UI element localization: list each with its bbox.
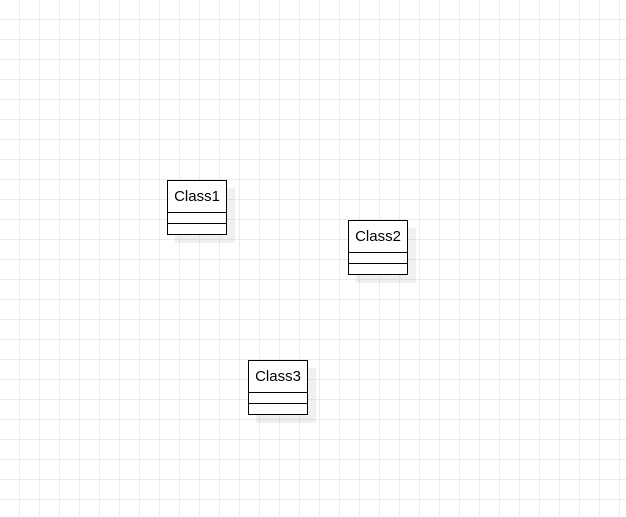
class-methods-section[interactable] (168, 224, 226, 234)
class-attributes-section[interactable] (349, 253, 407, 264)
class-attributes-section[interactable] (168, 213, 226, 224)
class-attributes-section[interactable] (249, 393, 307, 404)
uml-class-box[interactable]: Class1 (167, 180, 227, 235)
class-name[interactable]: Class2 (349, 221, 407, 253)
class-name[interactable]: Class3 (249, 361, 307, 393)
diagram-canvas[interactable]: Class1 Class2 Class3 (0, 0, 626, 517)
uml-class-box[interactable]: Class2 (348, 220, 408, 275)
uml-class-box[interactable]: Class3 (248, 360, 308, 415)
class-name[interactable]: Class1 (168, 181, 226, 213)
class-methods-section[interactable] (249, 404, 307, 414)
class-methods-section[interactable] (349, 264, 407, 274)
